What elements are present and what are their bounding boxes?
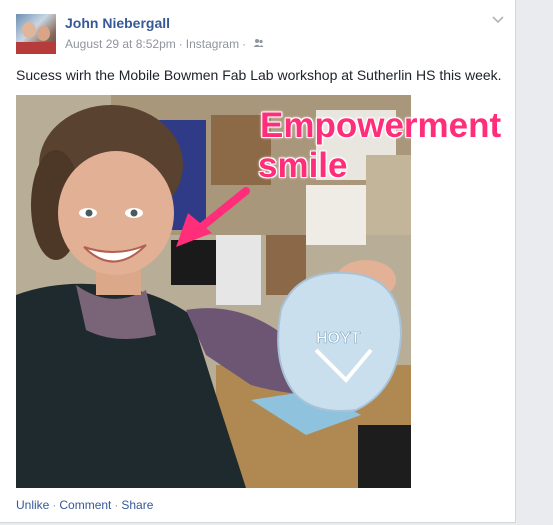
photo-cabinet-door [366, 155, 411, 235]
photo-illustration: HOYT [16, 95, 411, 488]
post-actions: Unlike · Comment · Share [16, 498, 153, 512]
meta-separator: · [178, 37, 183, 51]
post-timestamp[interactable]: August 29 at 8:52pm [65, 37, 176, 51]
avatar-face [37, 26, 50, 41]
action-separator: · [114, 498, 119, 512]
photo-monitor-white [216, 235, 261, 305]
overlay-text-line1: Empowerment [260, 106, 502, 145]
meta-separator: · [242, 37, 247, 51]
photo-pupil [130, 209, 138, 217]
friends-icon[interactable] [253, 38, 264, 51]
post-card: John Niebergall August 29 at 8:52pm · Inst… [0, 0, 516, 523]
overlay-text-line2: smile [258, 146, 348, 185]
unlike-link[interactable]: Unlike [16, 498, 49, 512]
chevron-down-glyph [492, 16, 504, 24]
post-caption: Sucess wirh the Mobile Bowmen Fab Lab wo… [16, 67, 502, 83]
post-photo[interactable]: HOYT [16, 95, 411, 488]
photo-paper [306, 185, 366, 245]
action-separator: · [52, 498, 57, 512]
photo-pupil [85, 209, 93, 217]
author-name[interactable]: John Niebergall [65, 15, 170, 31]
friends-icon-glyph [253, 39, 264, 47]
sticker-text: HOYT [316, 330, 361, 347]
author-avatar[interactable] [16, 14, 56, 54]
photo-keyboard [358, 425, 411, 488]
avatar-face [22, 22, 36, 38]
share-link[interactable]: Share [121, 498, 153, 512]
post-meta: August 29 at 8:52pm · Instagram · [65, 37, 264, 51]
chevron-down-icon[interactable] [491, 14, 505, 28]
avatar-shirt [16, 42, 56, 54]
post-source[interactable]: Instagram [186, 37, 239, 51]
comment-link[interactable]: Comment [59, 498, 111, 512]
